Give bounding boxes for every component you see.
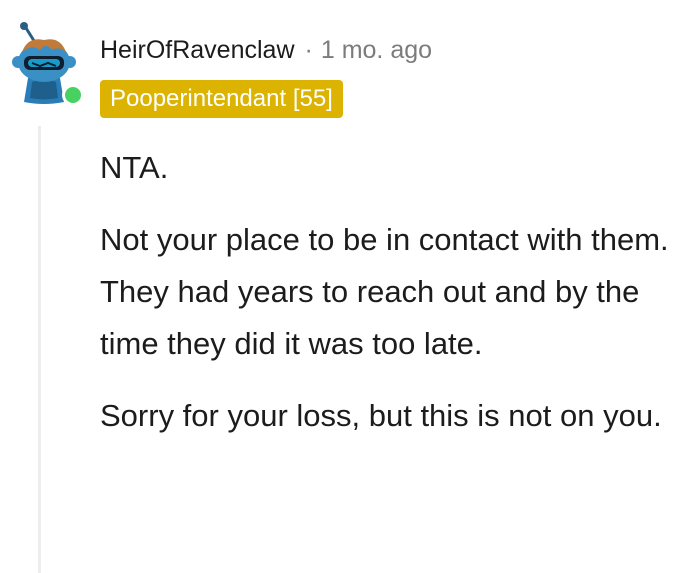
user-flair-badge: Pooperintendant [55] — [100, 80, 343, 118]
comment-paragraph: NTA. — [100, 150, 169, 185]
online-status-indicator — [62, 84, 84, 106]
comment: HeirOfRavenclaw · 1 mo. ago Pooperintend… — [0, 0, 700, 573]
thread-collapse-line[interactable] — [38, 126, 41, 573]
comment-meta: HeirOfRavenclaw · 1 mo. ago — [100, 34, 432, 66]
meta-separator: · — [304, 35, 313, 64]
comment-timestamp[interactable]: 1 mo. ago — [321, 36, 432, 65]
comment-paragraph: Not your place to be in contact with the… — [100, 222, 669, 361]
comment-paragraph: Sorry for your loss, but this is not on … — [100, 398, 662, 433]
comment-body: NTA. Not your place to be in contact wit… — [100, 142, 690, 462]
user-avatar[interactable] — [10, 22, 84, 106]
author-username[interactable]: HeirOfRavenclaw — [100, 36, 295, 65]
